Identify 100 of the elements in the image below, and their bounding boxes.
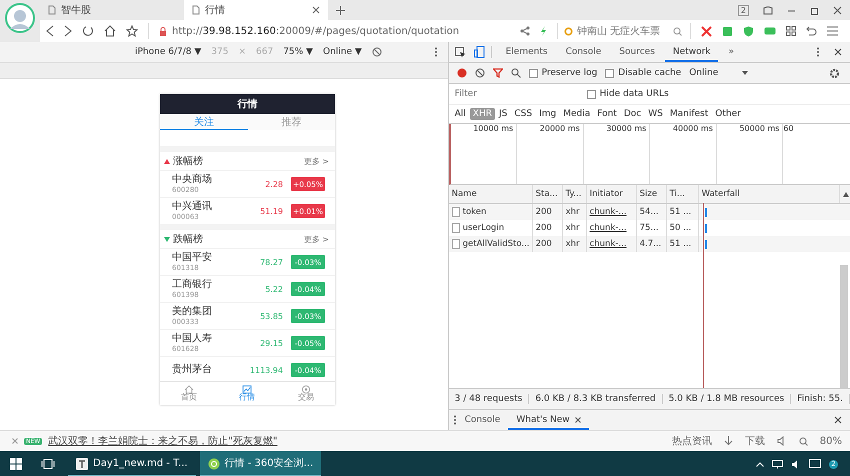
close-icon[interactable]	[834, 48, 842, 56]
type-filter[interactable]: Media	[560, 108, 594, 120]
column-header[interactable]: Waterfall	[698, 185, 840, 203]
stock-price: 1113.94	[248, 366, 284, 374]
rotate-icon[interactable]	[372, 47, 382, 57]
home-icon	[184, 385, 194, 394]
maximize-icon[interactable]	[810, 6, 819, 14]
star-icon[interactable]	[126, 25, 138, 37]
panel-tab[interactable]: Sources	[611, 42, 663, 62]
initiator-link[interactable]: chunk-...	[590, 223, 627, 233]
search-icon[interactable]	[798, 436, 808, 446]
inspect-icon[interactable]	[454, 46, 466, 58]
more-icon[interactable]	[816, 47, 820, 57]
checkbox[interactable]	[586, 90, 596, 98]
nav-item[interactable]: 首页	[166, 384, 212, 403]
column-header[interactable]: Name	[448, 185, 533, 203]
column-header[interactable]: Ty...	[562, 185, 587, 203]
type-filter[interactable]: Manifest	[666, 108, 712, 120]
stock-name: 中国平安	[172, 252, 213, 264]
more-link[interactable]: 更多 >	[304, 234, 329, 244]
news-link[interactable]: 武汉双零！李兰娟院士：来之不易，防止"死灰复燃"	[48, 434, 278, 448]
device-select[interactable]: iPhone 6/7/8 ▼	[135, 47, 202, 57]
clear-icon[interactable]	[474, 68, 485, 78]
notification-icon[interactable]	[809, 458, 821, 470]
type-filter[interactable]: Other	[712, 108, 744, 120]
nav-item[interactable]: 行情	[224, 384, 271, 403]
more-tabs-button[interactable]: »	[720, 42, 742, 62]
back-icon[interactable]	[46, 25, 54, 37]
checkbox[interactable]	[605, 68, 614, 78]
table-cell[interactable]: token	[462, 207, 486, 217]
logo-icon	[564, 26, 573, 36]
plus-icon[interactable]	[336, 6, 345, 14]
download-icon[interactable]	[724, 436, 733, 446]
window-count-badge[interactable]: 2	[738, 4, 749, 16]
checkbox[interactable]	[528, 68, 538, 78]
close-icon[interactable]	[834, 416, 842, 424]
type-filter[interactable]: CSS	[511, 108, 536, 120]
network-icon[interactable]	[772, 460, 783, 468]
stock-name: 中兴通讯	[172, 201, 213, 213]
home-icon[interactable]	[104, 25, 116, 37]
table-cell[interactable]: getAllValidSto...	[462, 239, 530, 249]
taskbar-app[interactable]: 行情 - 360安全浏...	[200, 451, 322, 476]
column-header[interactable]: Sta...	[532, 185, 563, 203]
table-cell[interactable]: userLogin	[462, 223, 504, 233]
undo-icon[interactable]	[806, 26, 817, 36]
type-filter[interactable]: Font	[594, 108, 620, 120]
column-header[interactable]: Initiator	[586, 185, 637, 203]
record-icon[interactable]	[456, 68, 467, 78]
browser-tab[interactable]: 行情	[184, 0, 328, 20]
close-icon[interactable]	[574, 417, 581, 423]
panel-tab[interactable]: Network	[664, 42, 718, 62]
type-filter[interactable]: WS	[645, 108, 666, 120]
menu-icon[interactable]	[827, 26, 838, 36]
column-header[interactable]: Ti...	[666, 185, 699, 203]
download-button[interactable]: 下载	[744, 434, 765, 448]
drawer-tab[interactable]: Console	[456, 410, 508, 430]
table-cell: 4.7...	[636, 236, 667, 252]
share-icon[interactable]	[520, 26, 530, 36]
more-link[interactable]: 更多 >	[304, 156, 329, 166]
zoom-level[interactable]: 80%	[820, 436, 842, 446]
panel-tab[interactable]: Console	[558, 42, 610, 62]
stock-name: 美的集团	[172, 306, 213, 318]
throttle-select[interactable]: Online	[689, 68, 748, 78]
table-cell: 51 ...	[666, 204, 699, 220]
chevron-up-icon[interactable]	[756, 462, 764, 466]
type-filter[interactable]: All	[452, 108, 469, 120]
address-field[interactable]: http://39.98.152.160:20009/#/pages/quotation/quotation	[148, 23, 510, 39]
stock-price: 2.28	[264, 180, 284, 188]
time-tick: 10000 ms	[473, 124, 514, 133]
type-filter[interactable]: Doc	[620, 108, 644, 120]
filter-icon[interactable]	[492, 68, 503, 78]
forward-icon[interactable]	[64, 25, 72, 37]
caret-icon	[742, 71, 748, 75]
grid-icon[interactable]	[786, 26, 796, 36]
type-filter[interactable]: Img	[536, 108, 560, 120]
page-tab[interactable]: 关注	[160, 114, 248, 130]
more-icon[interactable]	[434, 47, 438, 57]
type-filter[interactable]: JS	[496, 108, 510, 120]
section-title: 跌幅榜	[173, 232, 203, 246]
close-icon[interactable]	[312, 6, 320, 14]
nav-item[interactable]: 交易	[282, 384, 330, 403]
task-view-icon[interactable]	[41, 459, 55, 469]
device-icon[interactable]	[474, 46, 485, 58]
start-icon[interactable]	[10, 458, 22, 470]
reload-icon[interactable]	[82, 25, 94, 37]
search-icon[interactable]	[510, 68, 521, 78]
column-header[interactable]: Size	[636, 185, 667, 203]
initiator-link[interactable]: chunk-...	[590, 239, 627, 249]
scrollbar[interactable]	[840, 265, 848, 388]
close-icon[interactable]	[833, 6, 842, 14]
settings-icon[interactable]	[829, 68, 840, 78]
taskbar-app[interactable]: Day1_new.md - T...	[68, 451, 196, 476]
throttle-select[interactable]: Online ▼	[322, 47, 362, 57]
panel-tab[interactable]: Elements	[498, 42, 556, 62]
sort-icon[interactable]	[843, 192, 849, 196]
initiator-link[interactable]: chunk-...	[590, 207, 627, 217]
zoom-select[interactable]: 75% ▼	[283, 47, 313, 57]
more-icon[interactable]	[452, 415, 457, 425]
hot-news-button[interactable]: 热点资讯	[672, 434, 712, 448]
drawer-tab[interactable]: What's New	[508, 410, 589, 430]
